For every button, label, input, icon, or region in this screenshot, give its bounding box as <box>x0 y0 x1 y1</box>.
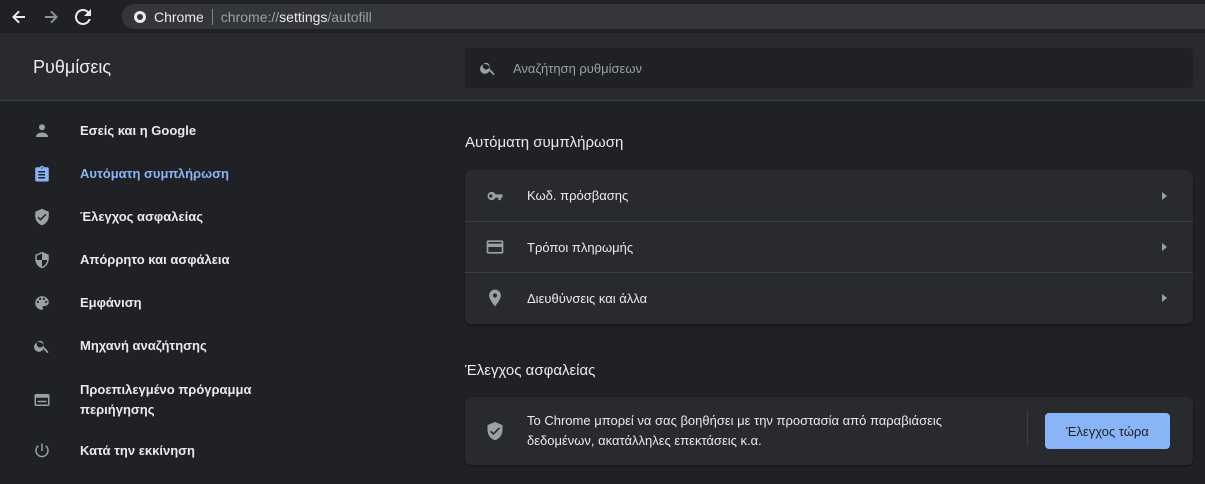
browser-toolbar: Chrome chrome://settings/autofill <box>0 0 1205 33</box>
credit-card-icon <box>485 237 505 257</box>
sidebar-item-on-startup[interactable]: Κατά την εκκίνηση <box>0 439 440 463</box>
safety-check-description: Το Chrome μπορεί να σας βοηθήσει με την … <box>527 413 943 448</box>
sidebar-item-label: Απόρρητο και ασφάλεια <box>80 252 230 267</box>
back-arrow-icon[interactable] <box>8 6 30 28</box>
sidebar-item-label: Κατά την εκκίνηση <box>80 443 195 458</box>
key-icon <box>485 186 505 206</box>
power-icon <box>32 441 52 461</box>
location-pin-icon <box>485 288 505 308</box>
sidebar-item-default-browser[interactable]: Προεπιλεγμένο πρόγραμμα περιήγησης <box>0 376 440 424</box>
row-label: Κωδ. πρόσβασης <box>527 188 629 203</box>
site-name: Chrome <box>154 8 204 25</box>
check-now-button[interactable]: Έλεγχος τώρα <box>1045 413 1170 449</box>
url-prefix: chrome:// <box>220 8 280 25</box>
divider <box>1027 411 1028 445</box>
sidebar-item-label: Εσείς και η Google <box>80 123 197 138</box>
sidebar-item-label: Εμφάνιση <box>80 295 142 310</box>
clipboard-icon <box>32 164 52 184</box>
sidebar-item-autofill[interactable]: Αυτόματη συμπλήρωση <box>0 162 440 186</box>
sidebar-item-privacy-security[interactable]: Απόρρητο και ασφάλεια <box>0 248 440 272</box>
url-host: settings <box>279 8 328 25</box>
row-label: Διευθύνσεις και άλλα <box>527 290 648 306</box>
chevron-right-icon <box>1162 191 1167 200</box>
passwords-row[interactable]: Κωδ. πρόσβασης <box>465 170 1193 221</box>
sidebar-item-label: Έλεγχος ασφαλείας <box>80 209 203 224</box>
sidebar-item-appearance[interactable]: Εμφάνιση <box>0 291 440 315</box>
reload-icon[interactable] <box>72 6 94 28</box>
search-settings-box[interactable]: Αναζήτηση ρυθμίσεων <box>465 48 1193 88</box>
url-text: chrome://settings/autofill <box>221 9 372 25</box>
shield-check-icon <box>485 421 505 441</box>
chevron-right-icon <box>1162 243 1167 251</box>
omnibox-divider <box>211 8 213 25</box>
autofill-section-title: Αυτόματη συμπλήρωση <box>465 134 624 151</box>
person-icon <box>32 121 52 141</box>
sidebar-item-label: Αυτόματη συμπλήρωση <box>80 166 229 181</box>
autofill-card: Κωδ. πρόσβασης Τρόποι πληρωμής Διευθύνσε… <box>465 170 1193 324</box>
url-path: /autofill <box>327 8 372 25</box>
sidebar-item-search-engine[interactable]: Μηχανή αναζήτησης <box>0 334 440 358</box>
search-icon <box>480 62 495 76</box>
payment-methods-row[interactable]: Τρόποι πληρωμής <box>465 221 1193 272</box>
palette-icon <box>32 293 52 313</box>
sidebar-item-you-and-google[interactable]: Εσείς και η Google <box>0 119 440 143</box>
settings-header: Ρυθμίσεις Αναζήτηση ρυθμίσεων <box>0 33 1205 101</box>
page-title: Ρυθμίσεις <box>33 57 112 77</box>
addresses-row[interactable]: Διευθύνσεις και άλλα <box>465 272 1193 323</box>
sidebar: Εσείς και η Google Αυτόματη συμπλήρωση Έ… <box>0 101 440 484</box>
sidebar-item-safety-check[interactable]: Έλεγχος ασφαλείας <box>0 205 440 229</box>
sidebar-item-label: Μηχανή αναζήτησης <box>80 338 207 353</box>
browser-icon <box>32 390 52 410</box>
site-chip[interactable]: Chrome <box>134 9 204 25</box>
shield-check-icon <box>32 207 52 227</box>
safety-check-card: Το Chrome μπορεί να σας βοηθήσει με την … <box>465 397 1193 465</box>
search-icon <box>32 336 52 356</box>
shield-half-icon <box>32 250 52 270</box>
chevron-right-icon <box>1162 294 1167 302</box>
search-input[interactable]: Αναζήτηση ρυθμίσεων <box>513 61 642 76</box>
forward-arrow-icon[interactable] <box>40 6 62 28</box>
safety-check-section-title: Έλεγχος ασφαλείας <box>465 362 596 379</box>
chrome-logo-icon <box>134 10 146 23</box>
row-label: Τρόποι πληρωμής <box>527 239 634 255</box>
address-bar[interactable]: Chrome chrome://settings/autofill <box>122 4 1205 29</box>
sidebar-item-label: Προεπιλεγμένο πρόγραμμα περιήγησης <box>80 382 252 417</box>
